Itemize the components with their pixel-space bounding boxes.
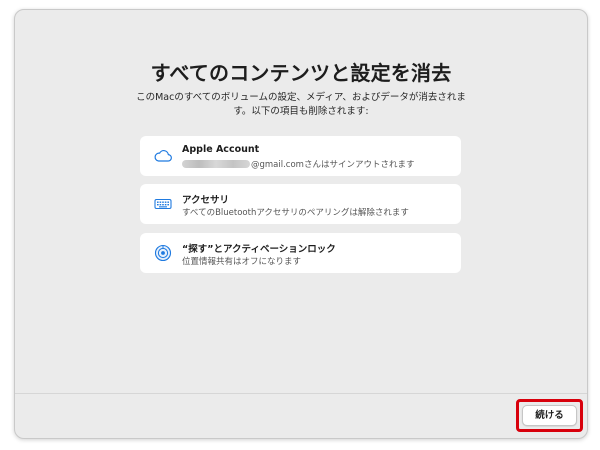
find-my-title: “探す”とアクティベーションロック — [182, 244, 336, 255]
find-my-icon — [153, 243, 173, 263]
apple-account-subtitle: @gmail.comさんはサインアウトされます — [182, 158, 414, 170]
continue-button[interactable]: 続ける — [522, 405, 577, 426]
keyboard-icon — [153, 194, 173, 214]
footer-divider — [15, 393, 587, 394]
accessories-item: アクセサリ すべてのBluetoothアクセサリのペアリングは解除されます — [140, 184, 461, 224]
accessories-subtitle: すべてのBluetoothアクセサリのペアリングは解除されます — [182, 208, 409, 218]
apple-account-title: Apple Account — [182, 144, 260, 155]
erase-assistant-window: すべてのコンテンツと設定を消去 このMacのすべてのボリュームの設定、メディア、… — [14, 9, 588, 439]
cloud-icon — [153, 146, 173, 166]
find-my-item: “探す”とアクティベーションロック 位置情報共有はオフになります — [140, 233, 461, 273]
apple-account-item: Apple Account @gmail.comさんはサインアウトされます — [140, 136, 461, 176]
apple-account-subtitle-text: @gmail.comさんはサインアウトされます — [251, 160, 415, 170]
accessories-title: アクセサリ — [182, 195, 230, 206]
find-my-subtitle: 位置情報共有はオフになります — [182, 257, 302, 267]
redacted-email — [182, 160, 250, 168]
page-title: すべてのコンテンツと設定を消去 — [150, 61, 452, 85]
description-text: このMacのすべてのボリュームの設定、メディア、およびデータが消去されます。以下… — [136, 92, 466, 117]
